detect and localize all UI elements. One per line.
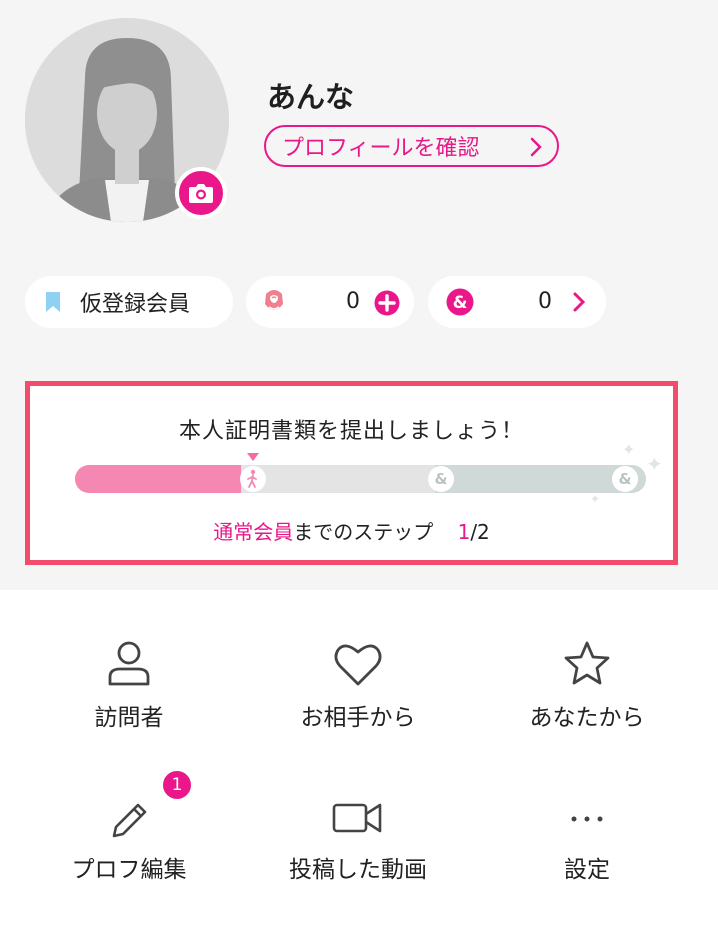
sparkle-icon: ✦ xyxy=(590,492,601,506)
match-counter[interactable]: & 0 xyxy=(428,276,606,328)
membership-label: 仮登録会員 xyxy=(80,292,191,317)
menu-label: あなたから xyxy=(529,705,645,731)
menu-edit-profile[interactable]: プロフ編集 xyxy=(29,796,229,884)
rose-counter[interactable]: 0 xyxy=(246,276,414,328)
step-progress-text: 通常会員までのステップ 1/2 xyxy=(30,516,673,545)
menu-label: お相手から xyxy=(300,705,416,731)
progress-marker xyxy=(247,453,259,461)
progress-track xyxy=(75,465,646,493)
verification-title: 本人証明書類を提出しましょう！ xyxy=(178,419,524,444)
menu-posted-videos[interactable]: 投稿した動画 xyxy=(258,796,458,884)
progress-fill xyxy=(75,465,241,493)
svg-text:&: & xyxy=(434,470,447,488)
menu-settings[interactable]: 設定 xyxy=(487,796,687,884)
verification-card[interactable]: 本人証明書類を提出しましょう！ & & ✦ ✦ ✦ 通常会員までのステップ 1/… xyxy=(25,381,678,565)
svg-text:&: & xyxy=(453,293,468,313)
svg-text:&: & xyxy=(618,470,631,488)
menu-visitors[interactable]: 訪問者 xyxy=(29,640,229,732)
walking-person-icon xyxy=(247,469,257,488)
menu-label: 投稿した動画 xyxy=(289,857,427,883)
notification-badge: 1 xyxy=(161,769,193,801)
plus-circle-icon[interactable] xyxy=(374,290,400,316)
progress-step-node: & xyxy=(428,466,454,492)
person-icon xyxy=(108,641,150,686)
menu-likes-received[interactable]: お相手から xyxy=(258,640,458,732)
goal-membership-label: 通常会員 xyxy=(213,520,294,544)
sparkle-icon: ✦ xyxy=(622,440,636,459)
star-icon xyxy=(564,641,610,685)
menu-label: 訪問者 xyxy=(94,705,164,731)
current-step: 1 xyxy=(457,520,471,544)
profile-header: あんな プロフィールを確認 仮登録会員 0 & 0 本人証明書類を提出しましょう… xyxy=(0,0,718,590)
rose-icon xyxy=(265,290,283,310)
camera-icon xyxy=(189,184,213,203)
chevron-right-icon xyxy=(530,137,542,157)
ampersand-icon: & xyxy=(434,470,447,488)
rose-count: 0 xyxy=(346,289,360,314)
camera-button[interactable] xyxy=(175,167,227,219)
ampersand-icon: & xyxy=(446,288,474,316)
ampersand-icon: & xyxy=(618,470,631,488)
chevron-right-icon[interactable] xyxy=(572,291,586,313)
pencil-icon xyxy=(112,803,147,838)
progress-goal-node: & xyxy=(612,466,638,492)
progress-current-node xyxy=(240,466,266,492)
more-dots-icon xyxy=(571,816,603,822)
menu-label: 設定 xyxy=(564,857,610,883)
total-steps: /2 xyxy=(470,520,490,544)
video-camera-icon xyxy=(332,803,382,833)
menu-likes-sent[interactable]: あなたから xyxy=(487,640,687,732)
bookmark-icon xyxy=(46,292,60,312)
match-count: 0 xyxy=(538,289,552,314)
view-profile-label: プロフィールを確認 xyxy=(282,136,480,161)
menu-label: プロフ編集 xyxy=(71,857,187,883)
heart-icon xyxy=(334,644,382,686)
view-profile-button[interactable]: プロフィールを確認 xyxy=(264,125,559,167)
sparkle-icon: ✦ xyxy=(646,452,663,476)
membership-status[interactable]: 仮登録会員 xyxy=(25,276,233,328)
goal-suffix: までのステップ xyxy=(293,520,434,544)
user-name: あんな xyxy=(267,80,355,114)
